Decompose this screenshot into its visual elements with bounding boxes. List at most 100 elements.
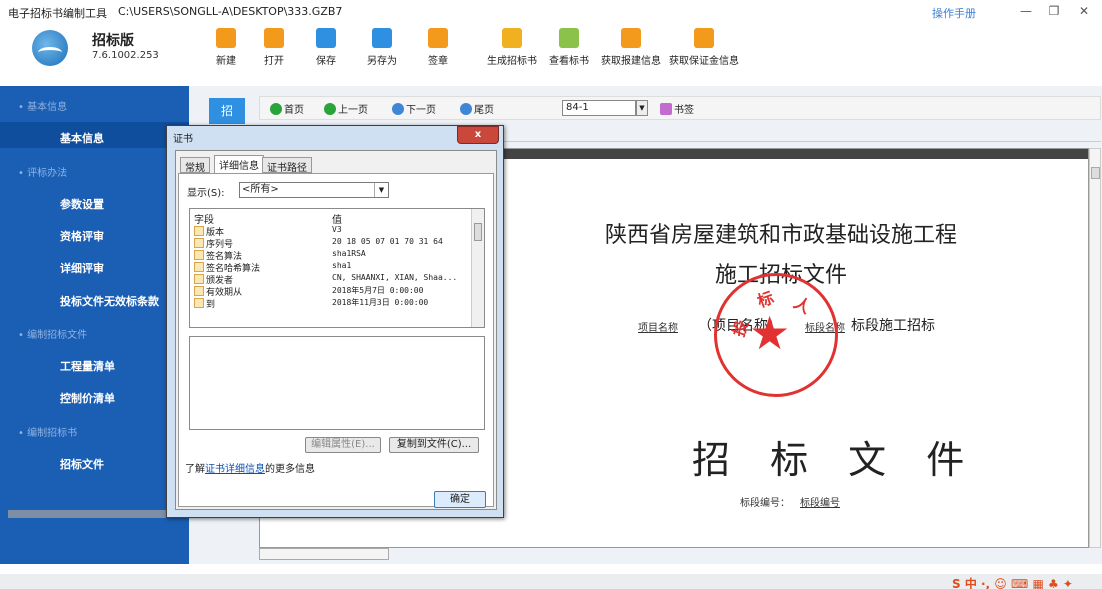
list-item[interactable]: 序列号 20 18 05 07 01 70 31 64	[190, 237, 472, 250]
sidebar-section-prepare[interactable]: • 编制招标文件	[18, 326, 87, 341]
arrow-down-icon	[324, 103, 336, 115]
status-bar: S 中 ·, ☺ ⌨ ▦ ♣ ✦	[0, 574, 1102, 589]
last-page-button[interactable]: 尾页	[460, 101, 494, 116]
sidebar-item-tender-file[interactable]: 招标文件	[60, 456, 104, 472]
app-name: 电子招标书编制工具	[8, 7, 107, 20]
show-select-value: <所有>	[242, 184, 279, 195]
save-label: 保存	[316, 56, 336, 67]
chevron-down-icon[interactable]: ▼	[636, 100, 648, 116]
ime-indicator-icon[interactable]: S 中 ·, ☺ ⌨ ▦ ♣ ✦	[952, 575, 1073, 589]
ok-button[interactable]: 确定	[434, 491, 486, 508]
copy-to-file-button[interactable]: 复制到文件(C)...	[389, 437, 479, 453]
sidebar-item-control-price[interactable]: 控制价清单	[60, 390, 115, 406]
close-window-button[interactable]: ✕	[1072, 2, 1096, 20]
fetch-info-label: 获取报建信息	[601, 56, 661, 67]
save-icon	[316, 28, 336, 48]
field-detail-box[interactable]	[189, 336, 485, 430]
tab-general[interactable]: 常规	[180, 157, 210, 174]
list-item[interactable]: 有效期从 2018年5月7日 0:00:00	[190, 285, 472, 298]
sidebar-section-tender[interactable]: • 编制招标书	[18, 424, 77, 439]
col-value[interactable]: 值	[332, 211, 342, 226]
sidebar-section-basic[interactable]: • 基本信息	[18, 98, 67, 113]
sidebar-scrollbar[interactable]	[8, 510, 189, 518]
folder-open-icon	[264, 28, 284, 48]
view-doc-button[interactable]: 查看标书	[546, 28, 592, 74]
stamp-button[interactable]: 签章	[424, 28, 452, 74]
sidebar-item-detailed-review[interactable]: 详细评审	[60, 260, 104, 276]
stamp-label: 签章	[428, 56, 448, 67]
field-icon	[194, 238, 204, 248]
save-button[interactable]: 保存	[312, 28, 340, 74]
generate-doc-label: 生成招标书	[487, 56, 537, 67]
list-item[interactable]: 版本 V3	[190, 225, 472, 238]
manual-link[interactable]: 操作手册	[932, 5, 976, 21]
arrow-right-icon	[460, 103, 472, 115]
chevron-down-icon[interactable]: ▼	[374, 183, 388, 197]
restore-button[interactable]: ❐	[1042, 2, 1066, 20]
first-page-button[interactable]: 首页	[270, 101, 304, 116]
doc-horizontal-scrollbar[interactable]	[259, 548, 389, 560]
sidebar-item-invalid-clauses[interactable]: 投标文件无效标条款	[60, 293, 159, 309]
field-icon	[194, 298, 204, 308]
doc-title-line1: 陕西省房屋建筑和市政基础设施工程	[605, 223, 958, 248]
show-select[interactable]: <所有> ▼	[239, 182, 389, 198]
save-as-label: 另存为	[367, 56, 397, 67]
tab-details[interactable]: 详细信息	[214, 155, 264, 174]
learn-more-text: 了解证书详细信息的更多信息	[185, 464, 315, 475]
field-list[interactable]: 字段 值 版本 V3 序列号 20 18 05 07 01 70 31 64 签名算…	[189, 208, 485, 328]
cert-details-link[interactable]: 证书详细信息	[205, 464, 265, 475]
arrow-up-icon	[270, 103, 282, 115]
fetch-deposit-button[interactable]: 获取保证金信息	[668, 28, 740, 74]
seal-char-3: 人	[790, 293, 814, 318]
new-file-icon	[216, 28, 236, 48]
page-select[interactable]: 84-1	[562, 100, 636, 116]
next-page-button[interactable]: 下一页	[392, 101, 436, 116]
certificate-dialog: 证书 x 常规 详细信息 证书路径 显示(S): <所有> ▼ 字段 值 版本 …	[166, 125, 504, 518]
bookmark-button[interactable]: 书签	[660, 101, 694, 116]
app-logo-icon	[32, 30, 68, 66]
scroll-thumb[interactable]	[1091, 167, 1100, 179]
tab-tender[interactable]: 招	[209, 98, 245, 124]
edit-properties-button[interactable]: 编辑属性(E)...	[305, 437, 381, 453]
open-button[interactable]: 打开	[260, 28, 288, 74]
list-item[interactable]: 签名哈希算法 sha1	[190, 261, 472, 274]
field-list-scrollbar[interactable]	[471, 209, 484, 327]
project-name-label: 项目名称	[638, 323, 678, 334]
show-label: 显示(S):	[187, 188, 225, 199]
red-seal-stamp: 投 标 人 ★	[714, 273, 838, 397]
minimize-button[interactable]: —	[1014, 2, 1038, 20]
star-icon: ★	[749, 306, 791, 360]
field-icon	[194, 274, 204, 284]
sidebar-item-qualification[interactable]: 资格评审	[60, 228, 104, 244]
open-label: 打开	[264, 56, 284, 67]
sidebar-item-params[interactable]: 参数设置	[60, 196, 104, 212]
stamp-icon	[428, 28, 448, 48]
fetch-deposit-icon	[694, 28, 714, 48]
list-item[interactable]: 签名算法 sha1RSA	[190, 249, 472, 262]
list-item[interactable]: 颁发者 CN, SHAANXI, XIAN, Shaa...	[190, 273, 472, 286]
list-item[interactable]: 到 2018年11月3日 0:00:00	[190, 297, 472, 310]
sidebar-item-basic-info[interactable]: 基本信息	[60, 130, 104, 146]
tab-cert-path[interactable]: 证书路径	[262, 157, 312, 174]
new-label: 新建	[216, 56, 236, 67]
col-field[interactable]: 字段	[194, 211, 214, 226]
prev-page-button[interactable]: 上一页	[324, 101, 368, 116]
new-button[interactable]: 新建	[212, 28, 240, 74]
doc-vertical-scrollbar[interactable]	[1089, 148, 1101, 548]
dialog-close-button[interactable]: x	[457, 126, 499, 144]
edition-label: 招标版	[92, 33, 134, 49]
file-path: C:\USERS\SONGLL-A\DESKTOP\333.GZB7	[118, 5, 343, 18]
field-list-header: 字段 值	[190, 209, 472, 226]
scroll-thumb[interactable]	[474, 223, 482, 241]
generate-doc-button[interactable]: 生成招标书	[484, 28, 540, 74]
sidebar-item-bill-quantities[interactable]: 工程量清单	[60, 358, 115, 374]
section-suffix: 标段施工招标	[851, 318, 935, 334]
save-as-button[interactable]: 另存为	[364, 28, 400, 74]
fetch-info-button[interactable]: 获取报建信息	[598, 28, 664, 74]
view-doc-label: 查看标书	[549, 56, 589, 67]
doc-big-title: 招 标 文 件	[692, 438, 979, 482]
section-code-value: 标段编号	[800, 498, 840, 509]
save-as-icon	[372, 28, 392, 48]
version-label: 7.6.1002.253	[92, 50, 159, 61]
sidebar-section-evaluation[interactable]: • 评标办法	[18, 164, 67, 179]
